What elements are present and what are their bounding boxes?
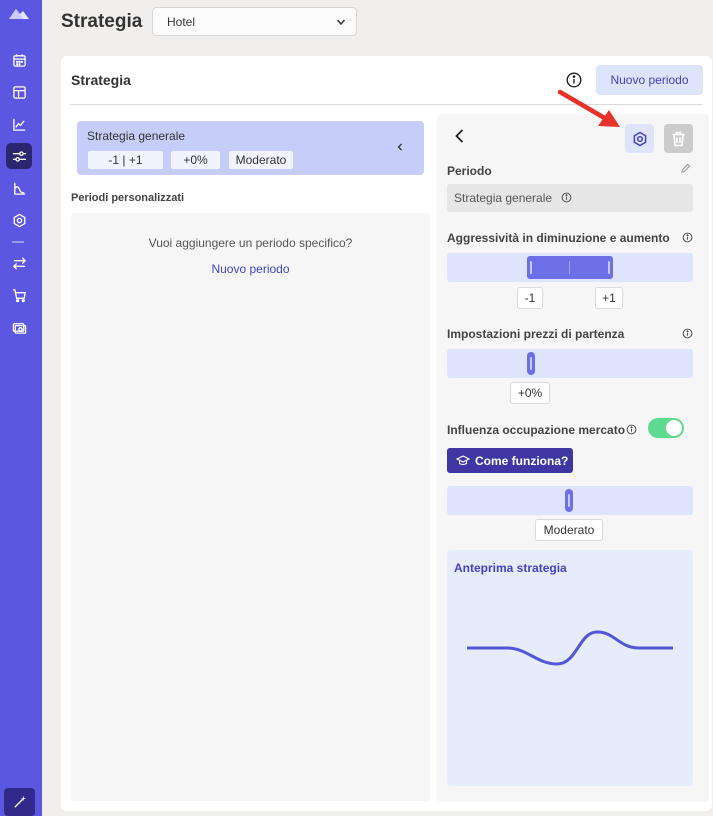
- info-icon[interactable]: [682, 328, 693, 339]
- magic-wand-icon: [13, 795, 26, 808]
- aggressiveness-max-value: +1: [595, 287, 623, 309]
- strategy-name: Strategia generale: [87, 129, 186, 143]
- how-it-works-button[interactable]: Come funziona?: [447, 448, 573, 473]
- strategy-general-item[interactable]: Strategia generale -1 | +1 +0% Moderato: [77, 121, 424, 175]
- period-value: Strategia generale: [454, 191, 553, 205]
- aggressiveness-range: [527, 256, 613, 279]
- sidebar: [0, 0, 42, 816]
- market-influence-toggle[interactable]: [648, 418, 684, 438]
- preview-curve: [467, 630, 673, 666]
- money-icon: [12, 322, 26, 334]
- period-field: Strategia generale: [447, 184, 693, 212]
- slider-handle-max[interactable]: [605, 256, 613, 279]
- gear-icon: [633, 131, 646, 146]
- preview-title: Anteprima strategia: [454, 561, 567, 575]
- chart-icon: [12, 118, 25, 131]
- page-title: Strategia: [61, 11, 143, 32]
- how-it-works-label: Come funziona?: [475, 453, 569, 468]
- sidebar-item-layout[interactable]: [6, 79, 32, 105]
- info-icon[interactable]: [561, 192, 572, 203]
- aggressiveness-min-value: -1: [517, 287, 543, 309]
- market-influence-chip: Moderato: [229, 151, 293, 169]
- pencil-icon[interactable]: [680, 163, 691, 174]
- sidebar-item-cart[interactable]: [6, 282, 32, 308]
- aggressiveness-label: Aggressività in diminuzione e aumento: [447, 231, 670, 245]
- info-icon[interactable]: [682, 232, 693, 243]
- sliders-icon: [12, 150, 26, 162]
- trash-icon: [672, 131, 685, 146]
- new-period-link[interactable]: Nuovo periodo: [71, 262, 430, 276]
- empty-state-question: Vuoi aggiungere un periodo specifico?: [148, 236, 353, 250]
- start-price-value: +0%: [510, 382, 550, 404]
- sidebar-item-calendar[interactable]: [6, 47, 32, 73]
- annotation-arrow: [557, 89, 620, 127]
- graduation-cap-icon: [456, 454, 470, 465]
- start-price-chip: +0%: [171, 151, 220, 169]
- slider-handle-min[interactable]: [527, 256, 535, 279]
- back-chevron-icon[interactable]: [453, 128, 467, 144]
- sidebar-item-swap[interactable]: [6, 250, 32, 276]
- strategy-detail-panel: Periodo Strategia generale Aggressività …: [437, 114, 709, 802]
- gear-icon: [13, 213, 25, 227]
- market-influence-value: Moderato: [535, 519, 603, 541]
- layout-icon: [12, 85, 26, 99]
- aggressiveness-chip: -1 | +1: [88, 151, 163, 169]
- swap-icon: [12, 256, 26, 270]
- calendar-icon: [12, 53, 26, 67]
- info-icon[interactable]: [566, 72, 582, 88]
- logo-icon: [9, 9, 29, 19]
- info-icon[interactable]: [626, 424, 637, 435]
- period-label: Periodo: [447, 164, 492, 178]
- market-influence-slider[interactable]: [447, 486, 693, 515]
- sidebar-item-settings[interactable]: [6, 207, 32, 233]
- start-price-slider[interactable]: [447, 349, 693, 378]
- chevron-left-icon: [397, 143, 402, 151]
- toggle-knob: [666, 420, 682, 436]
- sidebar-item-money[interactable]: [6, 314, 32, 340]
- custom-periods-empty-state: Vuoi aggiungere un periodo specifico? Nu…: [71, 213, 430, 801]
- magic-wand-button[interactable]: [4, 788, 35, 816]
- card-title: Strategia: [71, 72, 131, 88]
- sidebar-item-strategy[interactable]: [6, 143, 32, 169]
- custom-periods-title: Periodi personalizzati: [71, 192, 185, 204]
- start-price-handle[interactable]: [527, 352, 535, 375]
- sidebar-item-chart[interactable]: [6, 111, 32, 137]
- strategy-card: Strategia Nuovo periodo Strategia genera…: [61, 56, 712, 811]
- start-price-label: Impostazioni prezzi di partenza: [447, 327, 625, 341]
- price-chart-icon: [13, 182, 25, 195]
- cart-icon: [12, 288, 26, 302]
- hotel-select[interactable]: Hotel: [152, 7, 357, 36]
- sidebar-divider: [12, 241, 24, 243]
- hotel-select-value: Hotel: [167, 15, 196, 29]
- strategy-preview: Anteprima strategia: [447, 550, 693, 786]
- market-influence-handle[interactable]: [565, 489, 573, 512]
- slider-center-mark: [569, 261, 570, 274]
- delete-button[interactable]: [664, 124, 693, 153]
- sidebar-item-prices[interactable]: [6, 175, 32, 201]
- chevron-down-icon: [336, 19, 346, 26]
- market-influence-label: Influenza occupazione mercato: [447, 423, 626, 437]
- aggressiveness-slider[interactable]: [447, 253, 693, 282]
